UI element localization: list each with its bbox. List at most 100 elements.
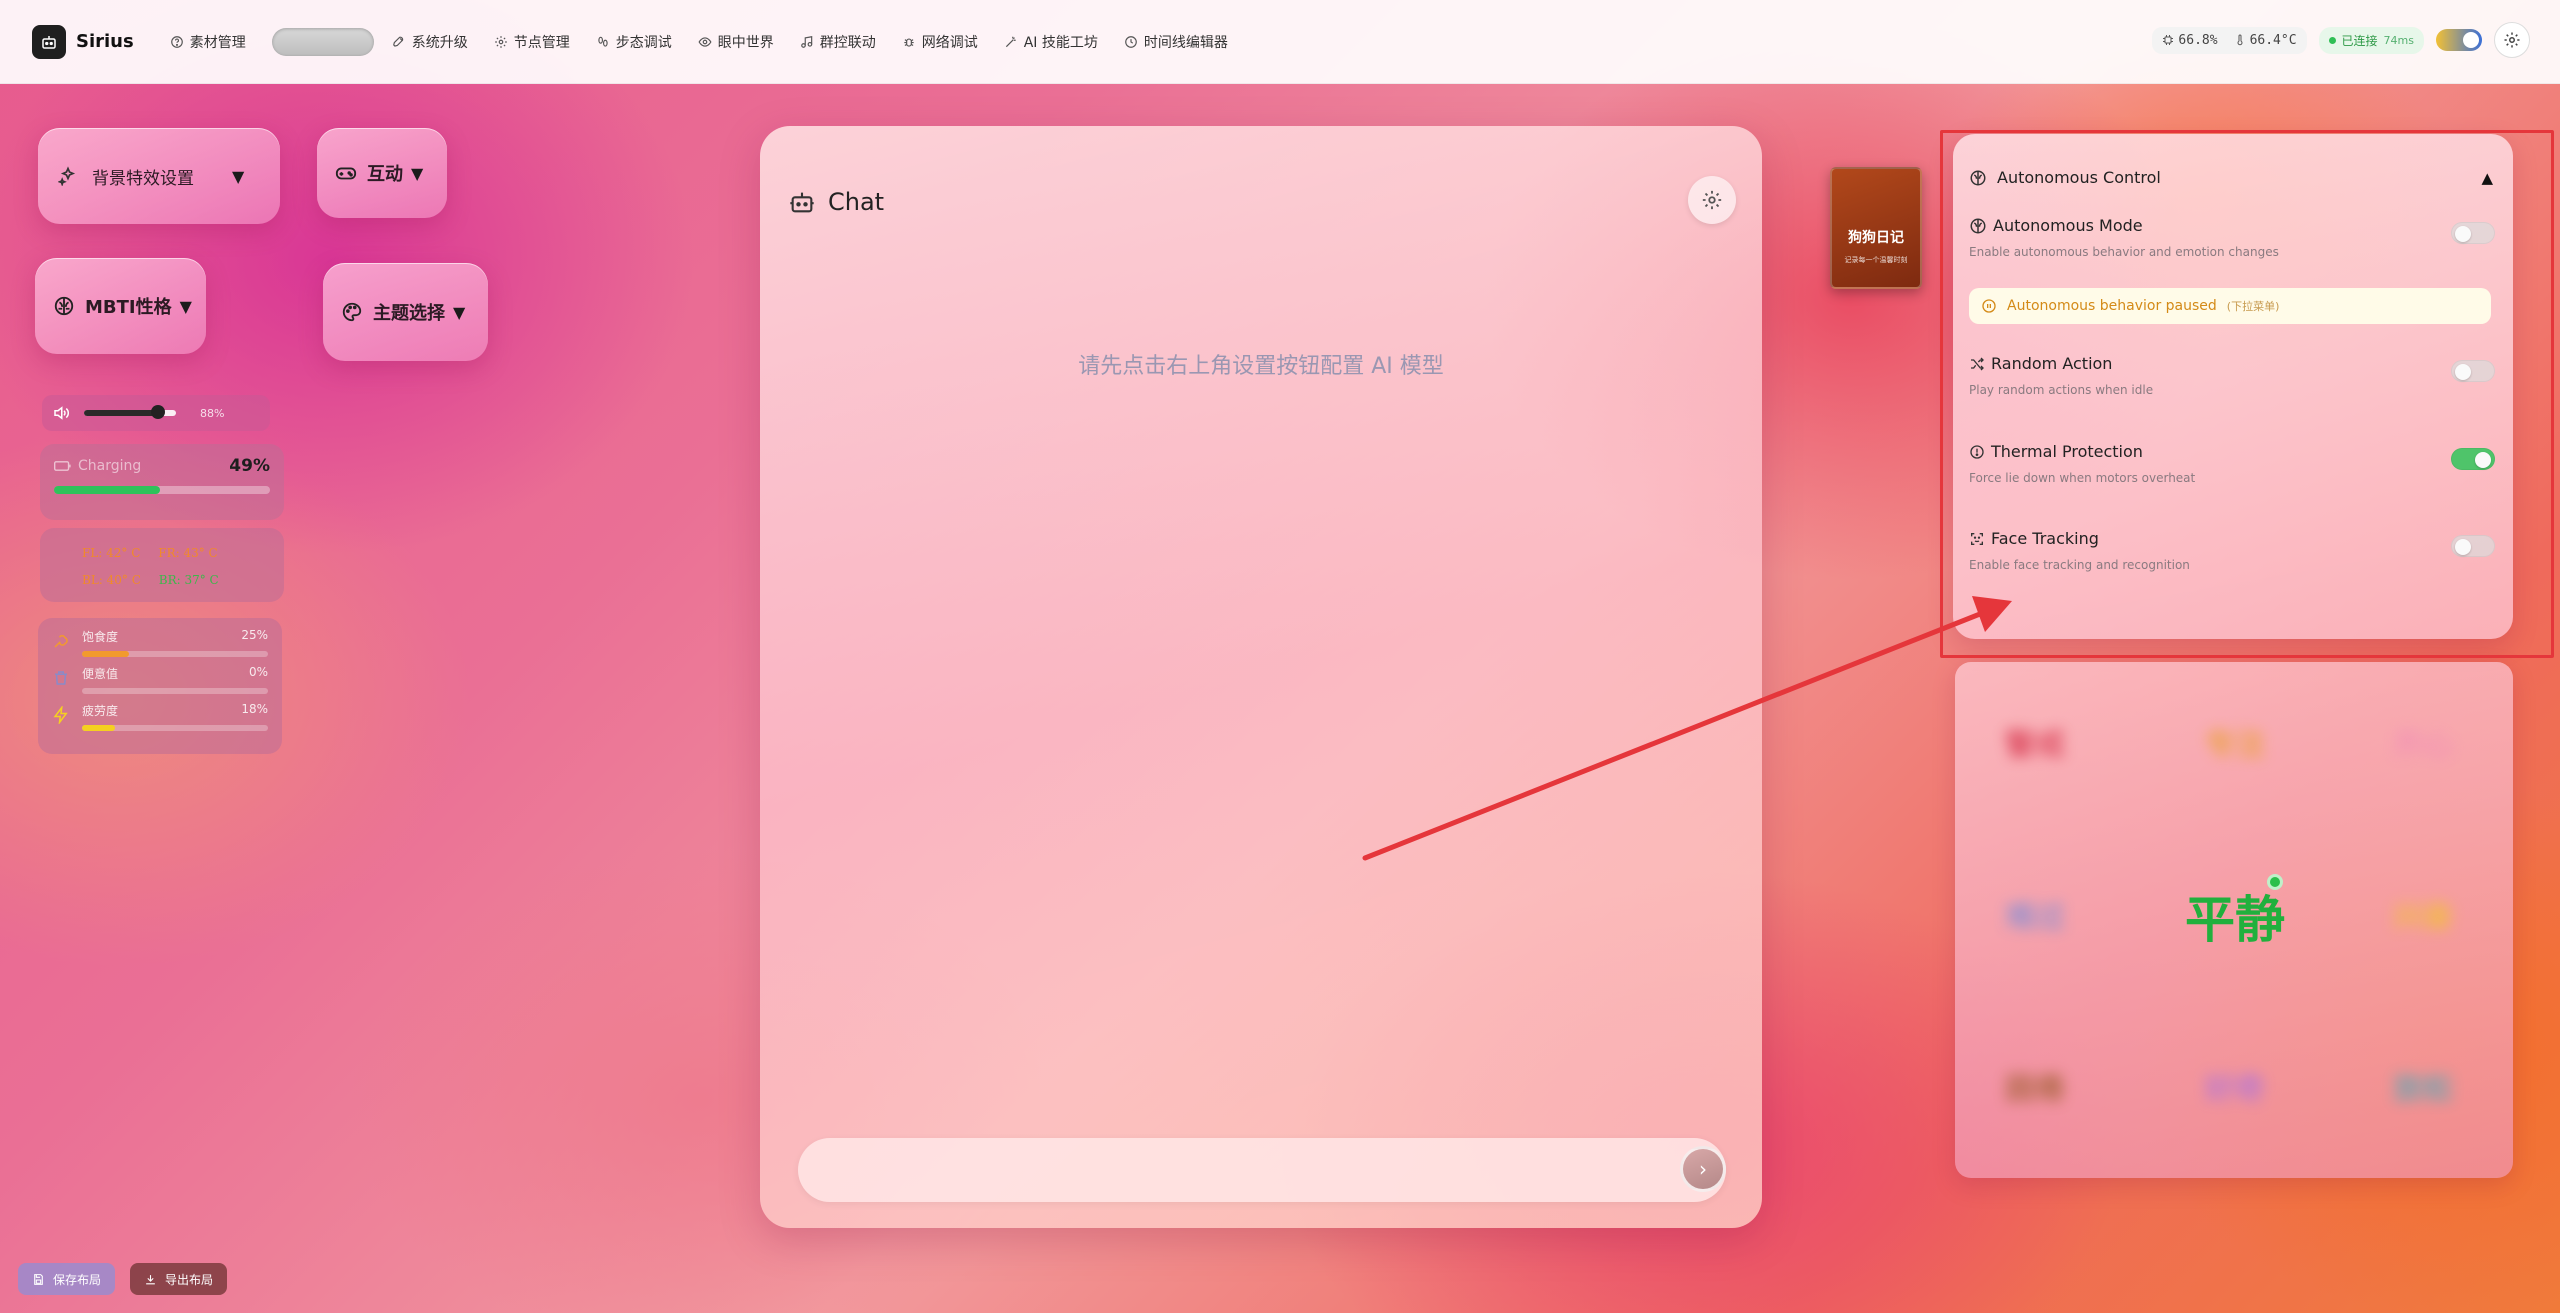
face-tracking-desc: Enable face tracking and recognition bbox=[1969, 558, 2190, 572]
emotion-happy[interactable]: 开心 bbox=[2353, 720, 2493, 764]
brand[interactable]: Sirius bbox=[32, 24, 134, 59]
gear-icon bbox=[2504, 32, 2520, 48]
emotion-relaxed[interactable]: 放松 bbox=[2353, 1064, 2493, 1108]
need-label: 饱食度 bbox=[82, 630, 119, 644]
battery-label: Charging bbox=[78, 458, 142, 474]
nav-item-vision[interactable]: 眼中世界 bbox=[698, 32, 774, 52]
need-hunger: 饱食度 25% bbox=[52, 628, 268, 657]
interact-label: 互动 bbox=[367, 164, 403, 185]
save-icon bbox=[34, 1273, 43, 1285]
diary-subtitle: 记录每一个温馨时刻 bbox=[1844, 256, 1908, 264]
caret-up-icon[interactable]: ▲ bbox=[2481, 169, 2493, 187]
paused-subtext: (下拉菜单) bbox=[2226, 300, 2280, 313]
nav-label: 节点管理 bbox=[513, 34, 570, 51]
chat-title: Chat bbox=[828, 188, 885, 216]
emotion-alert[interactable]: 警戒 bbox=[1965, 720, 2105, 764]
music-icon bbox=[800, 35, 812, 48]
cpu-value: 66.8% bbox=[2178, 32, 2218, 48]
paused-text: Autonomous behavior paused bbox=[2007, 298, 2217, 314]
battery-card: Charging 49% bbox=[40, 444, 284, 520]
temp-bl: BL: 40° C bbox=[82, 573, 141, 587]
autonomous-mode-row: Autonomous Mode Enable autonomous behavi… bbox=[1969, 216, 2495, 259]
nav-item-timeline[interactable]: 时间线编辑器 bbox=[1124, 32, 1228, 52]
theme-label: 主题选择 bbox=[373, 303, 445, 324]
need-fatigue: 疲劳度 18% bbox=[52, 702, 268, 731]
autonomous-mode-toggle[interactable] bbox=[2451, 222, 2495, 244]
chat-settings-button[interactable] bbox=[1688, 176, 1736, 224]
mbti-label: MBTI性格 bbox=[85, 297, 172, 318]
download-icon bbox=[146, 1274, 155, 1284]
chat-input[interactable] bbox=[798, 1138, 1726, 1202]
random-action-toggle[interactable] bbox=[2451, 360, 2495, 382]
theme-toggle[interactable] bbox=[2436, 29, 2482, 51]
need-value: 0% bbox=[248, 665, 268, 679]
speaker-icon[interactable] bbox=[52, 404, 70, 422]
emotion-calm[interactable]: 平静 bbox=[2165, 880, 2305, 952]
autonomous-mode-title: Autonomous Mode bbox=[1993, 216, 2143, 235]
brain-icon bbox=[1970, 218, 1986, 233]
theme-dropdown[interactable]: 主题选择 ▼ bbox=[323, 263, 488, 361]
face-tracking-toggle[interactable] bbox=[2451, 535, 2495, 557]
nav-label: AI 技能工坊 bbox=[1023, 34, 1098, 51]
nav-item-group-control[interactable]: 群控联动 bbox=[800, 32, 876, 52]
nav-item-network[interactable]: 网络调试 bbox=[902, 32, 978, 52]
export-layout-label: 导出布局 bbox=[165, 1272, 214, 1287]
save-layout-button[interactable]: 保存布局 bbox=[18, 1263, 116, 1295]
top-navbar: Sirius 素材管理 系统升级 节点管理 步态调试 眼中世界 群控联动 网络调… bbox=[0, 0, 2560, 84]
emotion-sad[interactable]: 难过 bbox=[1965, 892, 2105, 936]
battery-percent: 49% bbox=[229, 456, 270, 476]
nav-item-nodes[interactable]: 节点管理 bbox=[494, 32, 570, 52]
system-stats: 66.8% 66.4°C bbox=[2152, 26, 2307, 54]
need-toilet: 便意值 0% bbox=[52, 665, 268, 694]
random-action-title: Random Action bbox=[1991, 354, 2113, 373]
caret-down-icon: ▼ bbox=[232, 166, 245, 186]
temp-br: BR: 37° C bbox=[158, 573, 219, 587]
save-layout-label: 保存布局 bbox=[53, 1272, 102, 1287]
diary-book[interactable]: 狗狗日记 记录每一个温馨时刻 bbox=[1830, 167, 1922, 289]
nav-label: 网络调试 bbox=[921, 34, 978, 51]
nav-label: 素材管理 bbox=[189, 34, 246, 51]
connection-badge: 已连接 74ms bbox=[2318, 26, 2424, 54]
caret-down-icon: ▼ bbox=[179, 296, 192, 316]
face-scan-icon bbox=[1971, 532, 1983, 545]
emotion-sleepy[interactable]: 困倦 bbox=[1965, 1064, 2105, 1108]
send-button[interactable]: › bbox=[1680, 1146, 1726, 1192]
emotion-focus[interactable]: 专注 bbox=[2165, 720, 2305, 764]
caret-down-icon: ▼ bbox=[453, 302, 466, 322]
nav-item-ai-skills[interactable]: AI 技能工坊 bbox=[1004, 32, 1098, 52]
cpu-stat: 66.8% bbox=[2162, 32, 2218, 48]
temp-value: 66.4°C bbox=[2249, 32, 2297, 48]
nav-item-upgrade[interactable]: 系统升级 bbox=[392, 32, 468, 52]
volume-percent: 88% bbox=[200, 406, 225, 420]
autonomous-header[interactable]: Autonomous Control ▲ bbox=[1969, 168, 2493, 187]
battery-fill bbox=[54, 486, 160, 494]
nav-label: 步态调试 bbox=[615, 34, 672, 51]
settings-button[interactable] bbox=[2494, 22, 2530, 58]
nav-active-pill[interactable] bbox=[271, 27, 374, 56]
clock-icon bbox=[1125, 35, 1137, 48]
food-icon bbox=[54, 635, 68, 648]
mbti-dropdown[interactable]: MBTI性格 ▼ bbox=[35, 258, 206, 354]
volume-knob[interactable] bbox=[150, 405, 165, 419]
temp-stat: 66.4°C bbox=[2234, 33, 2297, 48]
thermal-protection-toggle[interactable] bbox=[2451, 448, 2495, 470]
interact-dropdown[interactable]: 互动 ▼ bbox=[317, 128, 447, 218]
emotion-excited[interactable]: 兴奋 bbox=[2353, 892, 2493, 936]
autonomous-control-panel: Autonomous Control ▲ Autonomous Mode Ena… bbox=[1953, 134, 2513, 639]
shuffle-icon bbox=[1971, 357, 1984, 370]
need-fill bbox=[82, 725, 116, 731]
latency-value: 74ms bbox=[2383, 33, 2414, 47]
nav-item-assets[interactable]: 素材管理 bbox=[170, 32, 246, 52]
gamepad-icon bbox=[335, 167, 357, 180]
need-value: 25% bbox=[241, 628, 268, 642]
brain-icon bbox=[54, 296, 74, 316]
autonomous-mode-desc: Enable autonomous behavior and emotion c… bbox=[1969, 245, 2279, 259]
brain-icon bbox=[1970, 170, 1986, 185]
emotion-curious[interactable]: 好奇 bbox=[2165, 1064, 2305, 1108]
nav-item-gait[interactable]: 步态调试 bbox=[596, 32, 672, 52]
pause-circle-icon bbox=[1982, 299, 1996, 313]
export-layout-button[interactable]: 导出布局 bbox=[130, 1263, 228, 1295]
needs-card: 饱食度 25% 便意值 0% 疲劳度 18% bbox=[38, 618, 282, 754]
volume-slider[interactable] bbox=[84, 405, 176, 419]
bg-effects-dropdown[interactable]: 背景特效设置 ▼ bbox=[38, 128, 280, 224]
